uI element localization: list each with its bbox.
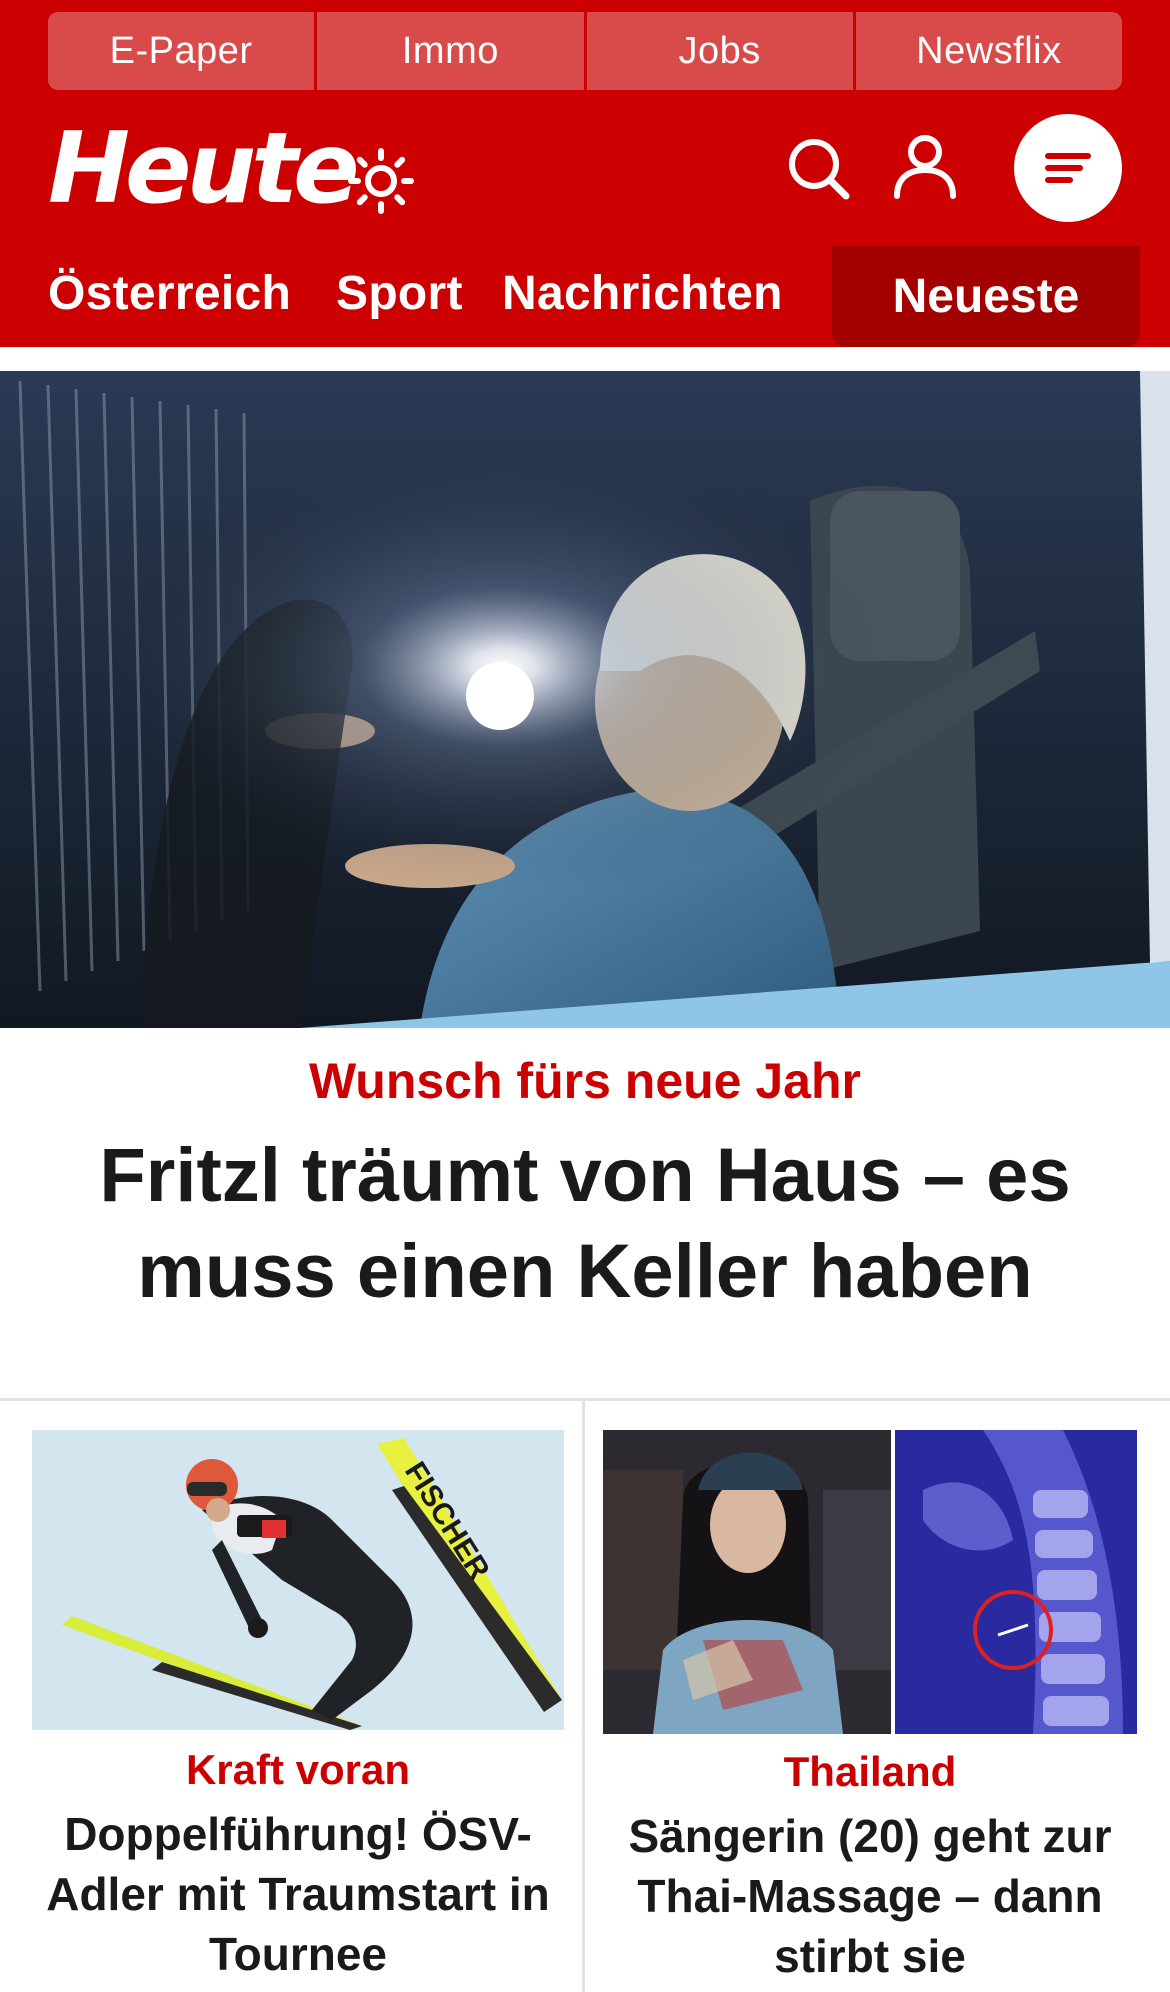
nav-item-nachrichten[interactable]: Nachrichten xyxy=(502,266,783,321)
sun-icon[interactable] xyxy=(348,148,414,214)
section-nav: Österreich Sport Nachrichten Neueste xyxy=(0,246,1170,347)
site-header: E-Paper Immo Jobs Newsflix Heute Österre… xyxy=(0,0,1170,347)
site-logo[interactable]: Heute xyxy=(48,120,360,218)
teaser-title[interactable]: Doppelführung! ÖSV-Adler mit Traumstart … xyxy=(32,1804,564,1984)
top-link-epaper[interactable]: E-Paper xyxy=(48,12,318,90)
teaser-kicker[interactable]: Kraft voran xyxy=(32,1746,564,1794)
nav-item-sport[interactable]: Sport xyxy=(336,266,463,321)
top-link-immo[interactable]: Immo xyxy=(317,12,587,90)
menu-button[interactable] xyxy=(1014,114,1122,222)
nav-item-neueste[interactable]: Neueste xyxy=(832,246,1140,347)
singer-and-xray-photo xyxy=(603,1430,1137,1734)
teaser-image-ski-jumper[interactable]: FISCHER xyxy=(32,1430,564,1730)
hero-kicker[interactable]: Wunsch fürs neue Jahr xyxy=(0,1052,1170,1110)
search-icon[interactable] xyxy=(784,134,854,204)
hero-title[interactable]: Fritzl träumt von Haus – es muss einen K… xyxy=(10,1128,1160,1320)
section-divider xyxy=(0,1398,1170,1401)
ski-jumper-photo: FISCHER xyxy=(32,1430,564,1730)
nav-item-oesterreich[interactable]: Österreich xyxy=(48,266,291,321)
hero-image[interactable] xyxy=(0,371,1170,1028)
top-link-jobs[interactable]: Jobs xyxy=(586,12,856,90)
teaser-kicker[interactable]: Thailand xyxy=(603,1748,1137,1796)
hamburger-menu-icon xyxy=(1045,153,1091,183)
teaser-image-thailand[interactable] xyxy=(603,1430,1137,1734)
user-icon[interactable] xyxy=(890,132,960,202)
top-links-bar: E-Paper Immo Jobs Newsflix xyxy=(48,12,1122,90)
teaser-title[interactable]: Sängerin (20) geht zur Thai-Massage – da… xyxy=(603,1806,1137,1986)
top-link-newsflix[interactable]: Newsflix xyxy=(855,12,1122,90)
hero-photo-car-interior xyxy=(0,371,1170,1028)
brand-row: Heute xyxy=(0,100,1170,240)
column-divider xyxy=(582,1400,585,1992)
